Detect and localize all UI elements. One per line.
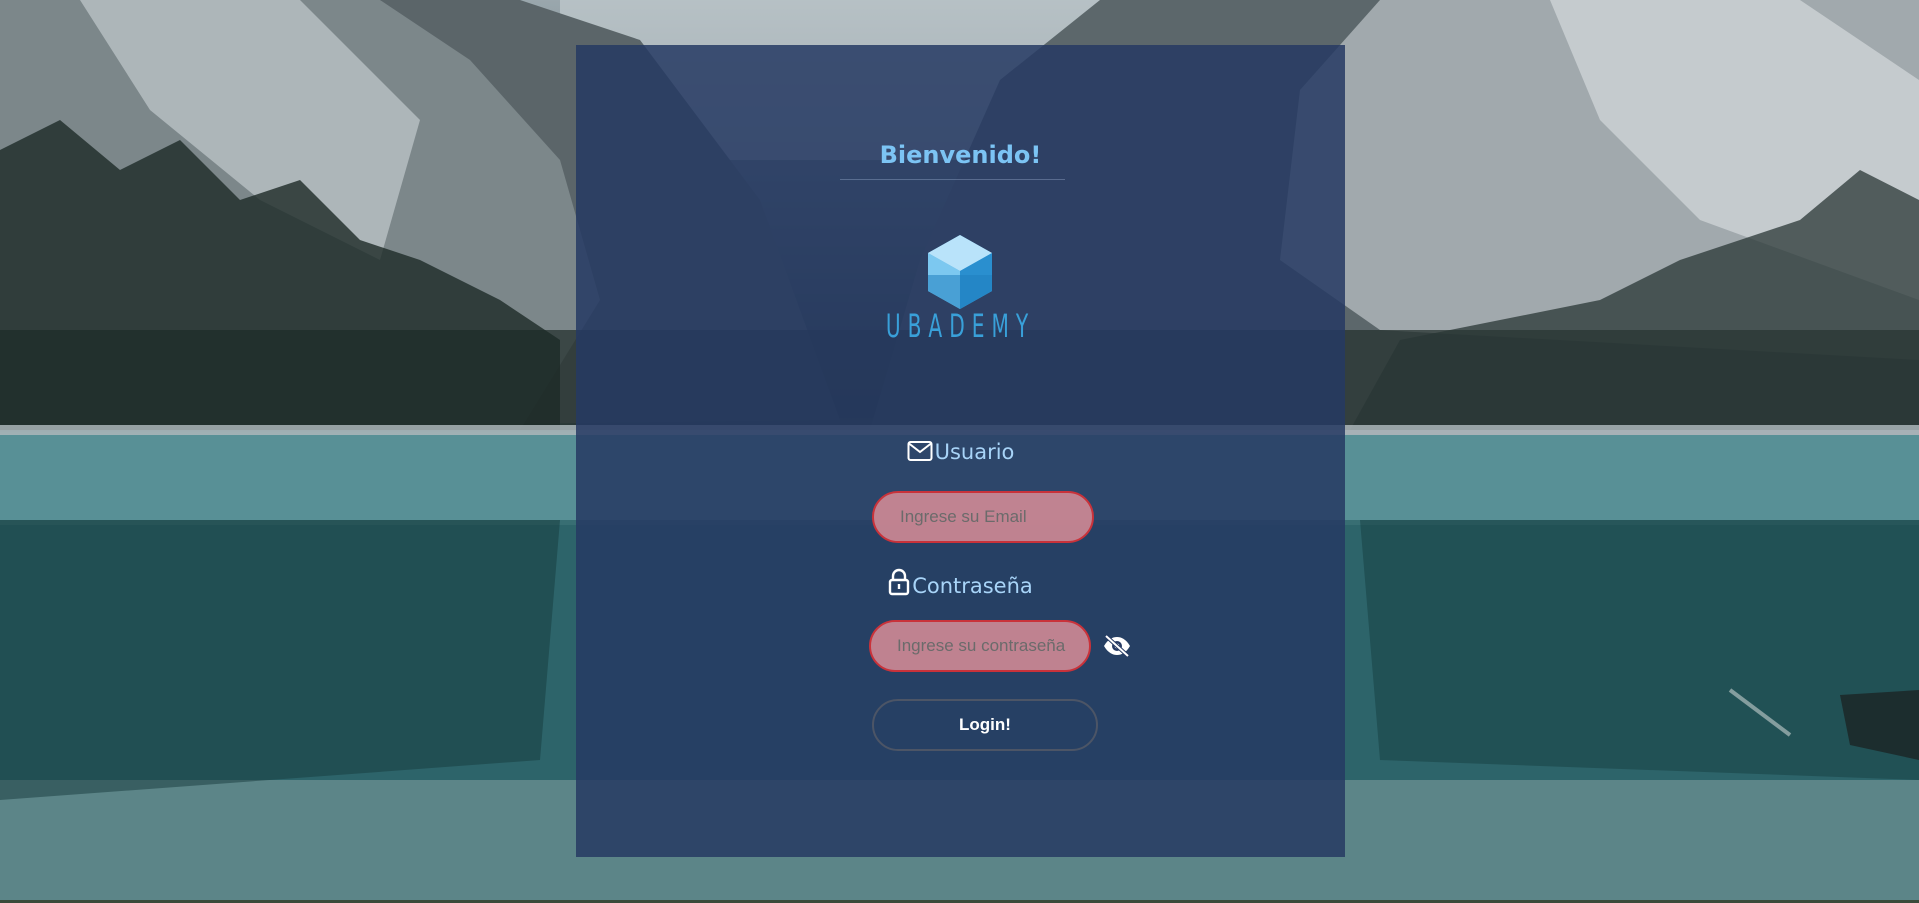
password-input[interactable]: Ingrese su contraseña bbox=[869, 620, 1091, 672]
logo-wordmark: UBADEMY bbox=[885, 307, 1036, 345]
lock-icon bbox=[888, 568, 910, 601]
password-label-text: Contraseña bbox=[912, 574, 1033, 598]
user-label-text: Usuario bbox=[934, 440, 1015, 464]
title-divider bbox=[840, 179, 1065, 180]
email-input[interactable]: Ingrese su Email bbox=[872, 491, 1094, 543]
login-button[interactable]: Login! bbox=[872, 699, 1098, 751]
envelope-icon bbox=[907, 440, 933, 467]
user-label: Usuario bbox=[576, 440, 1345, 467]
welcome-title: Bienvenido! bbox=[879, 141, 1042, 169]
password-label: Contraseña bbox=[576, 568, 1345, 601]
eye-slash-icon[interactable] bbox=[1102, 634, 1132, 658]
login-card: Bienvenido! UBADEMY Usuario Ingrese su E… bbox=[576, 45, 1345, 857]
